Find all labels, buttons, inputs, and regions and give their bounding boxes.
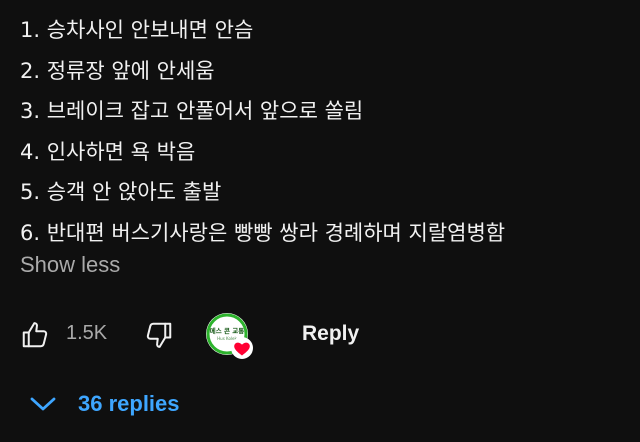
comment-line-1: 1. 승차사인 안보내면 안슴 bbox=[20, 18, 254, 42]
comment-line-6: 6. 반대편 버스기사랑은 빵빵 쌍라 경례하며 지랄염병함 bbox=[20, 220, 506, 245]
comment-line-3: 3. 브레이크 잡고 안풀어서 앞으로 쏠림 bbox=[20, 99, 364, 123]
comment-action-bar: 1.5K 메스 콘 교통 Hus Kolek Reply bbox=[0, 306, 640, 364]
like-button[interactable] bbox=[20, 320, 50, 350]
comment-line-4: 4. 인사하면 욕 박음 bbox=[20, 139, 196, 164]
replies-count: 36 replies bbox=[78, 391, 180, 416]
thumbs-up-icon bbox=[22, 322, 48, 348]
creator-heart-badge[interactable]: 메스 콘 교통 Hus Kolek bbox=[203, 310, 255, 362]
comment-line-2: 2. 정류장 앞에 안세움 bbox=[20, 58, 215, 83]
heart-icon bbox=[231, 337, 253, 359]
comment-text: 1. 승차사인 안보내면 안슴 2. 정류장 앞에 안세움 3. 브레이크 잡고… bbox=[20, 10, 630, 253]
like-count: 1.5K bbox=[66, 322, 108, 344]
chevron-down-icon bbox=[30, 397, 56, 411]
thumbs-down-icon bbox=[146, 322, 172, 348]
comment-line-5: 5. 승객 안 앉아도 출발 bbox=[20, 180, 222, 204]
avatar-text: 메스 콘 교통 bbox=[210, 326, 244, 335]
view-replies-button[interactable]: 36 replies bbox=[28, 386, 228, 422]
show-less-button[interactable]: Show less bbox=[20, 252, 120, 278]
dislike-button[interactable] bbox=[144, 320, 174, 350]
reply-button[interactable]: Reply bbox=[302, 322, 359, 346]
